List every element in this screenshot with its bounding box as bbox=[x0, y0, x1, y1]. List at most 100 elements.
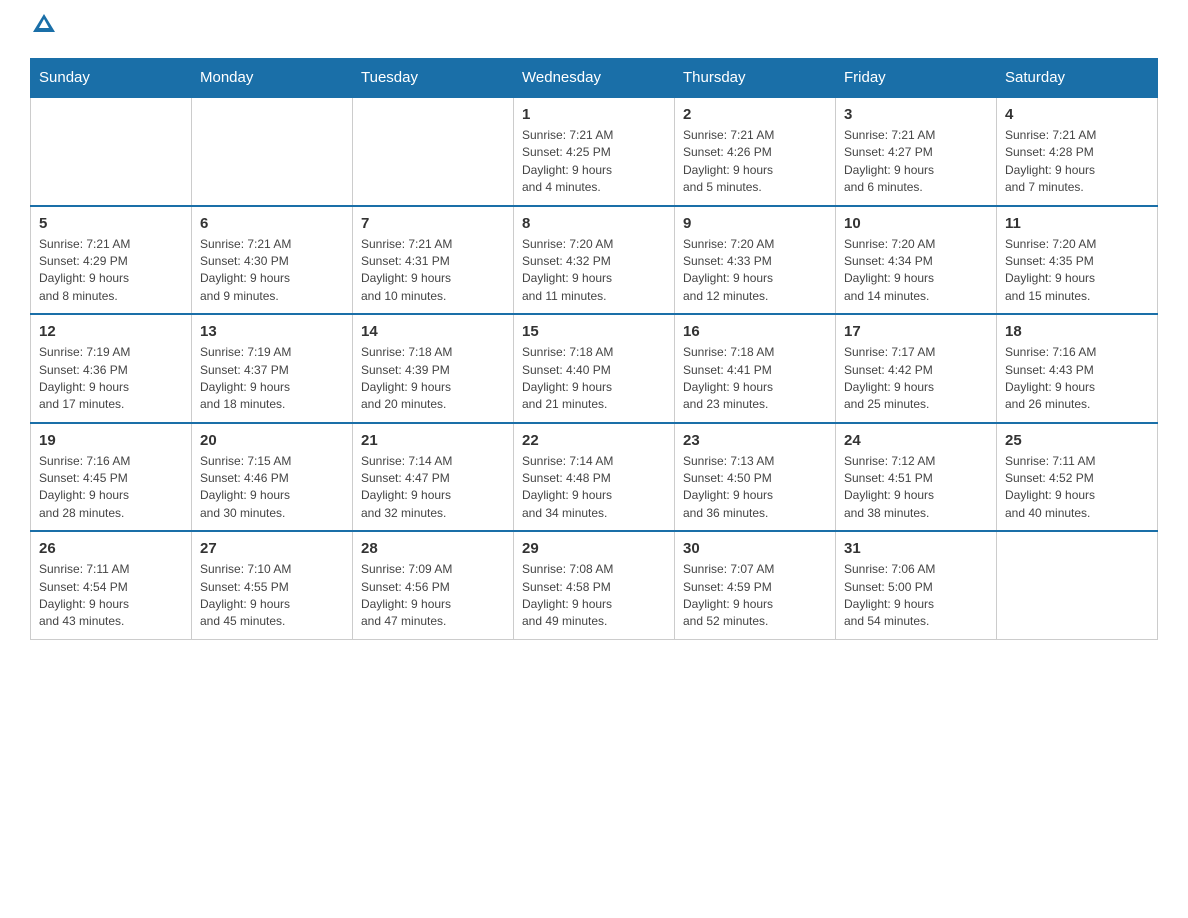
day-info: Sunrise: 7:20 AM Sunset: 4:33 PM Dayligh… bbox=[683, 236, 827, 306]
calendar-cell: 13 Sunrise: 7:19 AM Sunset: 4:37 PM Dayli… bbox=[192, 314, 353, 423]
calendar-cell: 25 Sunrise: 7:11 AM Sunset: 4:52 PM Dayli… bbox=[997, 423, 1158, 532]
day-number: 2 bbox=[683, 106, 827, 123]
day-number: 11 bbox=[1005, 215, 1149, 232]
day-number: 30 bbox=[683, 540, 827, 557]
day-number: 13 bbox=[200, 323, 344, 340]
calendar-cell: 9 Sunrise: 7:20 AM Sunset: 4:33 PM Daylig… bbox=[675, 206, 836, 315]
day-info: Sunrise: 7:19 AM Sunset: 4:36 PM Dayligh… bbox=[39, 344, 183, 414]
day-info: Sunrise: 7:11 AM Sunset: 4:54 PM Dayligh… bbox=[39, 561, 183, 631]
day-info: Sunrise: 7:18 AM Sunset: 4:39 PM Dayligh… bbox=[361, 344, 505, 414]
logo bbox=[30, 20, 55, 38]
day-number: 20 bbox=[200, 432, 344, 449]
day-info: Sunrise: 7:15 AM Sunset: 4:46 PM Dayligh… bbox=[200, 453, 344, 523]
calendar-cell: 31Sunrise: 7:06 AM Sunset: 5:00 PM Dayli… bbox=[836, 531, 997, 639]
day-number: 4 bbox=[1005, 106, 1149, 123]
week-row-1: 1Sunrise: 7:21 AM Sunset: 4:25 PM Daylig… bbox=[31, 97, 1158, 206]
week-row-5: 26 Sunrise: 7:11 AM Sunset: 4:54 PM Dayli… bbox=[31, 531, 1158, 639]
day-info: Sunrise: 7:21 AM Sunset: 4:27 PM Dayligh… bbox=[844, 127, 988, 197]
calendar-cell: 3 Sunrise: 7:21 AM Sunset: 4:27 PM Daylig… bbox=[836, 97, 997, 206]
calendar-cell: 30 Sunrise: 7:07 AM Sunset: 4:59 PM Dayli… bbox=[675, 531, 836, 639]
day-number: 22 bbox=[522, 432, 666, 449]
calendar-cell: 7 Sunrise: 7:21 AM Sunset: 4:31 PM Daylig… bbox=[353, 206, 514, 315]
calendar-cell: 26 Sunrise: 7:11 AM Sunset: 4:54 PM Dayli… bbox=[31, 531, 192, 639]
calendar-cell: 8Sunrise: 7:20 AM Sunset: 4:32 PM Daylig… bbox=[514, 206, 675, 315]
day-number: 25 bbox=[1005, 432, 1149, 449]
day-info: Sunrise: 7:14 AM Sunset: 4:48 PM Dayligh… bbox=[522, 453, 666, 523]
day-number: 14 bbox=[361, 323, 505, 340]
day-number: 21 bbox=[361, 432, 505, 449]
column-header-saturday: Saturday bbox=[997, 59, 1158, 98]
calendar-cell: 29Sunrise: 7:08 AM Sunset: 4:58 PM Dayli… bbox=[514, 531, 675, 639]
day-info: Sunrise: 7:18 AM Sunset: 4:40 PM Dayligh… bbox=[522, 344, 666, 414]
column-header-sunday: Sunday bbox=[31, 59, 192, 98]
day-number: 23 bbox=[683, 432, 827, 449]
column-header-thursday: Thursday bbox=[675, 59, 836, 98]
column-header-friday: Friday bbox=[836, 59, 997, 98]
calendar-cell: 4 Sunrise: 7:21 AM Sunset: 4:28 PM Daylig… bbox=[997, 97, 1158, 206]
calendar-cell: 16 Sunrise: 7:18 AM Sunset: 4:41 PM Dayli… bbox=[675, 314, 836, 423]
day-number: 1 bbox=[522, 106, 666, 123]
day-info: Sunrise: 7:20 AM Sunset: 4:35 PM Dayligh… bbox=[1005, 236, 1149, 306]
day-info: Sunrise: 7:16 AM Sunset: 4:43 PM Dayligh… bbox=[1005, 344, 1149, 414]
calendar-cell: 24 Sunrise: 7:12 AM Sunset: 4:51 PM Dayli… bbox=[836, 423, 997, 532]
calendar-cell bbox=[192, 97, 353, 206]
day-number: 12 bbox=[39, 323, 183, 340]
day-info: Sunrise: 7:18 AM Sunset: 4:41 PM Dayligh… bbox=[683, 344, 827, 414]
column-header-tuesday: Tuesday bbox=[353, 59, 514, 98]
calendar-cell: 15 Sunrise: 7:18 AM Sunset: 4:40 PM Dayli… bbox=[514, 314, 675, 423]
calendar-cell: 11 Sunrise: 7:20 AM Sunset: 4:35 PM Dayli… bbox=[997, 206, 1158, 315]
day-number: 16 bbox=[683, 323, 827, 340]
day-number: 7 bbox=[361, 215, 505, 232]
day-info: Sunrise: 7:11 AM Sunset: 4:52 PM Dayligh… bbox=[1005, 453, 1149, 523]
week-row-3: 12 Sunrise: 7:19 AM Sunset: 4:36 PM Dayli… bbox=[31, 314, 1158, 423]
calendar-cell: 2 Sunrise: 7:21 AM Sunset: 4:26 PM Daylig… bbox=[675, 97, 836, 206]
day-info: Sunrise: 7:12 AM Sunset: 4:51 PM Dayligh… bbox=[844, 453, 988, 523]
calendar-cell: 14 Sunrise: 7:18 AM Sunset: 4:39 PM Dayli… bbox=[353, 314, 514, 423]
week-row-2: 5 Sunrise: 7:21 AM Sunset: 4:29 PM Daylig… bbox=[31, 206, 1158, 315]
day-number: 6 bbox=[200, 215, 344, 232]
day-number: 5 bbox=[39, 215, 183, 232]
day-info: Sunrise: 7:19 AM Sunset: 4:37 PM Dayligh… bbox=[200, 344, 344, 414]
day-number: 17 bbox=[844, 323, 988, 340]
day-info: Sunrise: 7:21 AM Sunset: 4:31 PM Dayligh… bbox=[361, 236, 505, 306]
page-header bbox=[30, 20, 1158, 38]
day-number: 26 bbox=[39, 540, 183, 557]
calendar-cell: 12 Sunrise: 7:19 AM Sunset: 4:36 PM Dayli… bbox=[31, 314, 192, 423]
logo-triangle-icon bbox=[33, 14, 55, 32]
day-number: 15 bbox=[522, 323, 666, 340]
calendar-cell: 22 Sunrise: 7:14 AM Sunset: 4:48 PM Dayli… bbox=[514, 423, 675, 532]
calendar-cell: 5 Sunrise: 7:21 AM Sunset: 4:29 PM Daylig… bbox=[31, 206, 192, 315]
calendar-cell: 18 Sunrise: 7:16 AM Sunset: 4:43 PM Dayli… bbox=[997, 314, 1158, 423]
calendar-header-row: SundayMondayTuesdayWednesdayThursdayFrid… bbox=[31, 59, 1158, 98]
day-number: 19 bbox=[39, 432, 183, 449]
calendar-cell bbox=[997, 531, 1158, 639]
calendar-table: SundayMondayTuesdayWednesdayThursdayFrid… bbox=[30, 58, 1158, 640]
day-info: Sunrise: 7:21 AM Sunset: 4:28 PM Dayligh… bbox=[1005, 127, 1149, 197]
calendar-cell: 1Sunrise: 7:21 AM Sunset: 4:25 PM Daylig… bbox=[514, 97, 675, 206]
calendar-cell bbox=[353, 97, 514, 206]
day-info: Sunrise: 7:21 AM Sunset: 4:29 PM Dayligh… bbox=[39, 236, 183, 306]
day-info: Sunrise: 7:20 AM Sunset: 4:34 PM Dayligh… bbox=[844, 236, 988, 306]
calendar-cell: 19 Sunrise: 7:16 AM Sunset: 4:45 PM Dayli… bbox=[31, 423, 192, 532]
day-info: Sunrise: 7:21 AM Sunset: 4:26 PM Dayligh… bbox=[683, 127, 827, 197]
day-info: Sunrise: 7:16 AM Sunset: 4:45 PM Dayligh… bbox=[39, 453, 183, 523]
day-number: 3 bbox=[844, 106, 988, 123]
calendar-cell: 17Sunrise: 7:17 AM Sunset: 4:42 PM Dayli… bbox=[836, 314, 997, 423]
day-number: 18 bbox=[1005, 323, 1149, 340]
column-header-monday: Monday bbox=[192, 59, 353, 98]
day-info: Sunrise: 7:07 AM Sunset: 4:59 PM Dayligh… bbox=[683, 561, 827, 631]
day-info: Sunrise: 7:13 AM Sunset: 4:50 PM Dayligh… bbox=[683, 453, 827, 523]
day-info: Sunrise: 7:14 AM Sunset: 4:47 PM Dayligh… bbox=[361, 453, 505, 523]
day-info: Sunrise: 7:21 AM Sunset: 4:30 PM Dayligh… bbox=[200, 236, 344, 306]
day-number: 8 bbox=[522, 215, 666, 232]
day-number: 9 bbox=[683, 215, 827, 232]
calendar-cell: 23 Sunrise: 7:13 AM Sunset: 4:50 PM Dayli… bbox=[675, 423, 836, 532]
calendar-cell: 20 Sunrise: 7:15 AM Sunset: 4:46 PM Dayli… bbox=[192, 423, 353, 532]
calendar-cell: 27Sunrise: 7:10 AM Sunset: 4:55 PM Dayli… bbox=[192, 531, 353, 639]
day-number: 28 bbox=[361, 540, 505, 557]
day-number: 24 bbox=[844, 432, 988, 449]
day-info: Sunrise: 7:10 AM Sunset: 4:55 PM Dayligh… bbox=[200, 561, 344, 631]
calendar-cell: 6 Sunrise: 7:21 AM Sunset: 4:30 PM Daylig… bbox=[192, 206, 353, 315]
day-number: 31 bbox=[844, 540, 988, 557]
day-info: Sunrise: 7:08 AM Sunset: 4:58 PM Dayligh… bbox=[522, 561, 666, 631]
